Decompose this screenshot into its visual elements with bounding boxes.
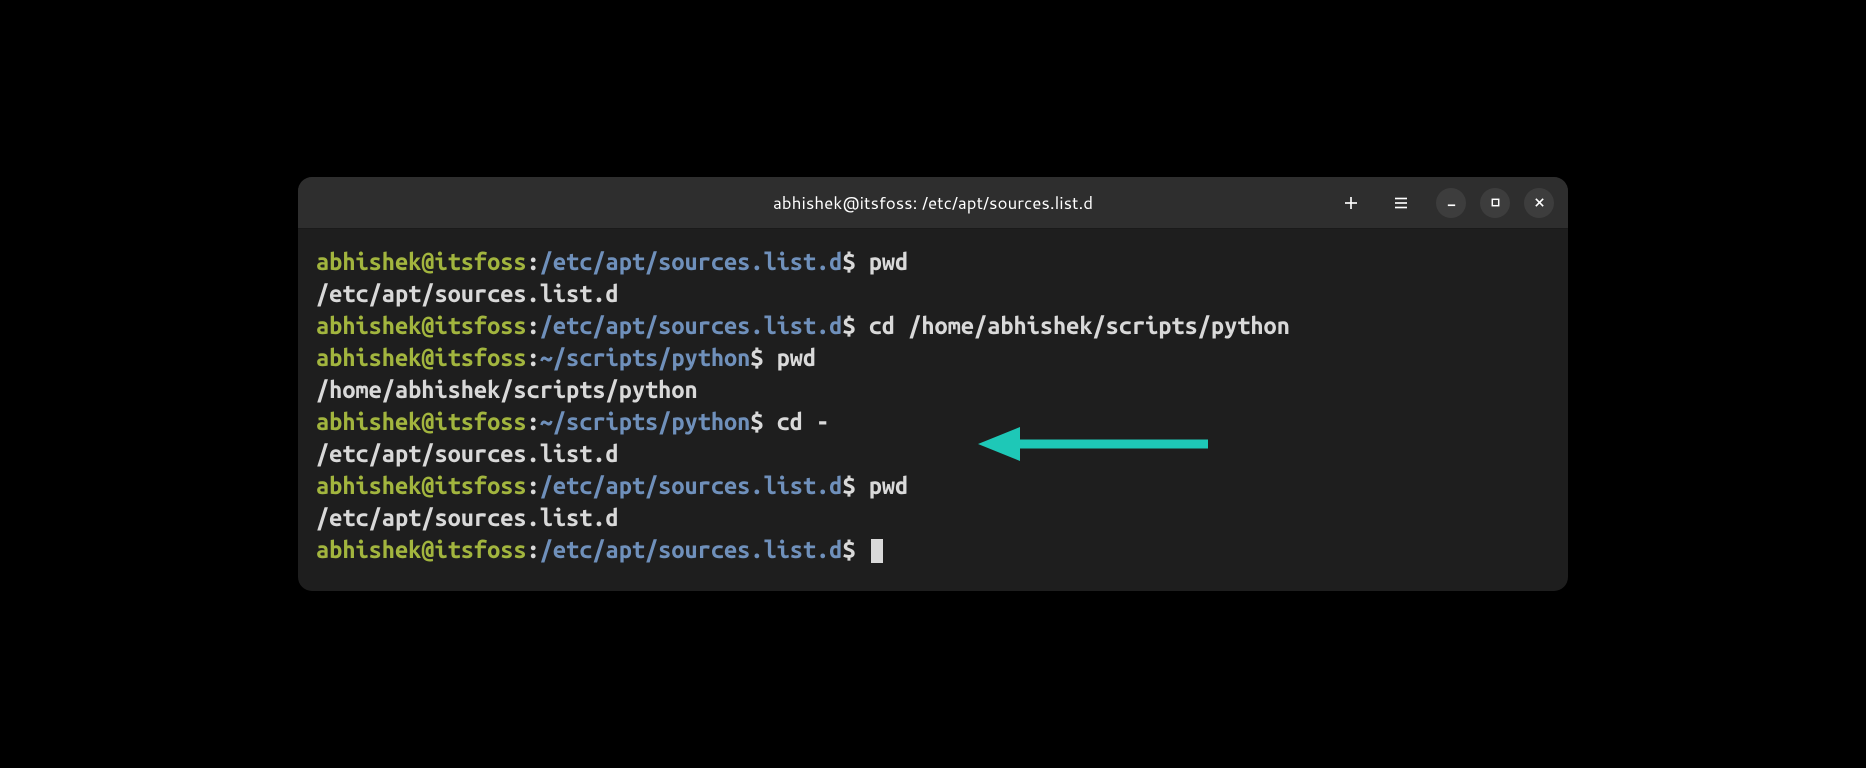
terminal-output: /etc/apt/sources.list.d — [316, 279, 1550, 311]
command-text — [856, 537, 869, 563]
prompt-path: /etc/apt/sources.list.d — [540, 473, 843, 499]
prompt-userhost: abhishek@itsfoss — [316, 473, 527, 499]
prompt-userhost: abhishek@itsfoss — [316, 537, 527, 563]
window-controls — [1436, 188, 1554, 218]
prompt-path: /etc/apt/sources.list.d — [540, 249, 843, 275]
prompt-userhost: abhishek@itsfoss — [316, 313, 527, 339]
titlebar-controls — [1336, 188, 1568, 218]
prompt-dollar: $ — [842, 537, 855, 563]
maximize-icon — [1490, 197, 1501, 208]
close-button[interactable] — [1524, 188, 1554, 218]
plus-icon — [1342, 194, 1360, 212]
cursor-block — [871, 539, 883, 563]
terminal-line: abhishek@itsfoss:/etc/apt/sources.list.d… — [316, 247, 1550, 279]
terminal-output: /home/abhishek/scripts/python — [316, 375, 1550, 407]
prompt-dollar: $ — [750, 345, 763, 371]
prompt-dollar: $ — [842, 473, 855, 499]
prompt-dollar: $ — [750, 409, 763, 435]
hamburger-icon — [1392, 194, 1410, 212]
prompt-path: ~/scripts/python — [540, 409, 751, 435]
prompt-sep: : — [527, 409, 540, 435]
menu-button[interactable] — [1386, 188, 1416, 218]
command-text: pwd — [856, 249, 909, 275]
prompt-sep: : — [527, 473, 540, 499]
command-text: pwd — [763, 345, 816, 371]
prompt-sep: : — [527, 249, 540, 275]
terminal-line: abhishek@itsfoss:~/scripts/python$ cd - — [316, 407, 1550, 439]
new-tab-button[interactable] — [1336, 188, 1366, 218]
close-icon — [1534, 197, 1545, 208]
command-text: pwd — [856, 473, 909, 499]
prompt-sep: : — [527, 537, 540, 563]
window-title: abhishek@itsfoss: /etc/apt/sources.list.… — [773, 191, 1093, 215]
terminal-line: abhishek@itsfoss:~/scripts/python$ pwd — [316, 343, 1550, 375]
terminal-line: abhishek@itsfoss:/etc/apt/sources.list.d… — [316, 471, 1550, 503]
command-text: cd /home/abhishek/scripts/python — [856, 313, 1290, 339]
prompt-path: /etc/apt/sources.list.d — [540, 313, 843, 339]
prompt-userhost: abhishek@itsfoss — [316, 249, 527, 275]
minimize-button[interactable] — [1436, 188, 1466, 218]
terminal-line: abhishek@itsfoss:/etc/apt/sources.list.d… — [316, 535, 1550, 567]
minimize-icon — [1446, 197, 1457, 208]
terminal-window: abhishek@itsfoss: /etc/apt/sources.list.… — [298, 177, 1568, 591]
prompt-sep: : — [527, 345, 540, 371]
prompt-path: /etc/apt/sources.list.d — [540, 537, 843, 563]
prompt-sep: : — [527, 313, 540, 339]
prompt-dollar: $ — [842, 249, 855, 275]
prompt-dollar: $ — [842, 313, 855, 339]
prompt-path: ~/scripts/python — [540, 345, 751, 371]
terminal-body[interactable]: abhishek@itsfoss:/etc/apt/sources.list.d… — [298, 229, 1568, 591]
terminal-output: /etc/apt/sources.list.d — [316, 503, 1550, 535]
prompt-userhost: abhishek@itsfoss — [316, 345, 527, 371]
terminal-output: /etc/apt/sources.list.d — [316, 439, 1550, 471]
terminal-line: abhishek@itsfoss:/etc/apt/sources.list.d… — [316, 311, 1550, 343]
maximize-button[interactable] — [1480, 188, 1510, 218]
command-text: cd - — [763, 409, 829, 435]
titlebar: abhishek@itsfoss: /etc/apt/sources.list.… — [298, 177, 1568, 229]
prompt-userhost: abhishek@itsfoss — [316, 409, 527, 435]
